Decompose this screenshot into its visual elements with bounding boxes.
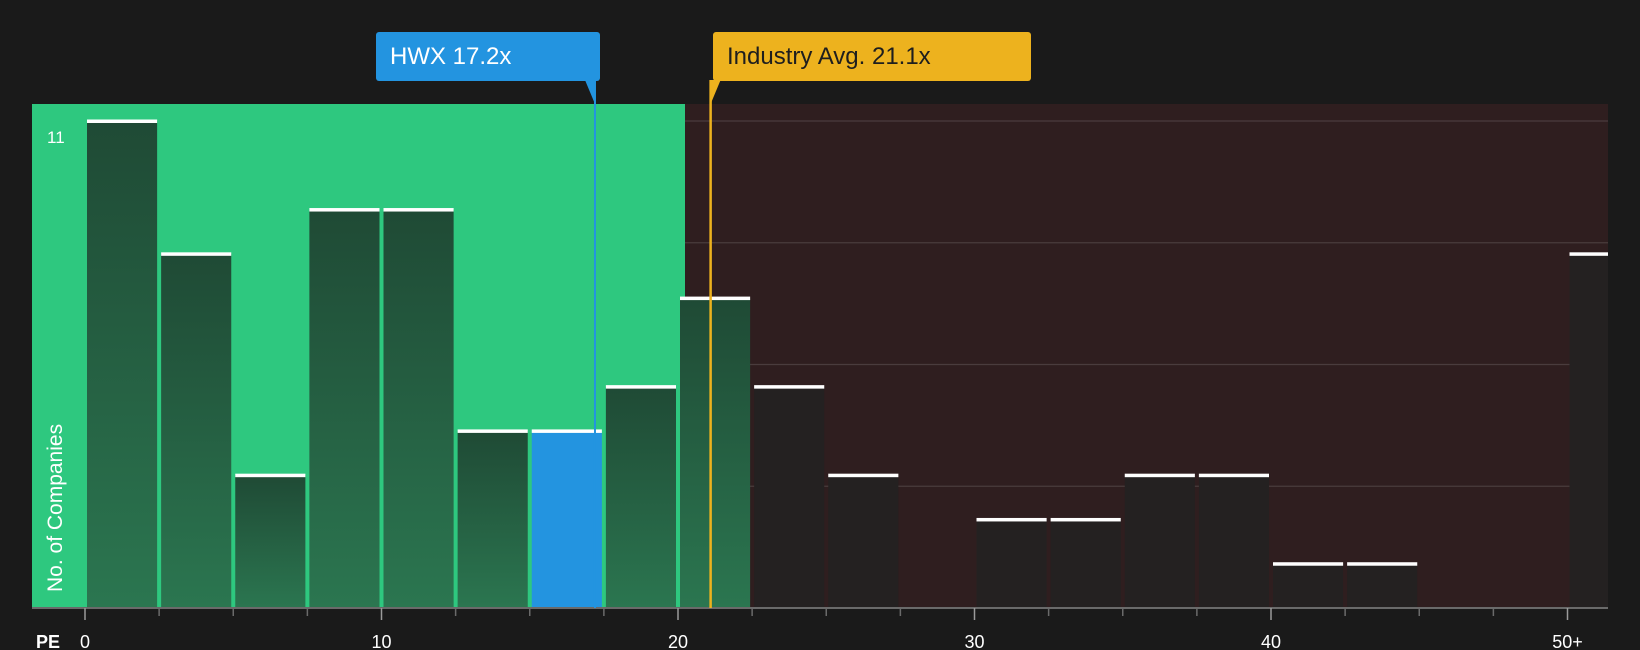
x-tick-label: 0 <box>80 632 90 650</box>
bar-top-cap <box>1569 252 1608 256</box>
bar-top-cap <box>1198 473 1269 478</box>
x-tick-label: 40 <box>1261 632 1281 650</box>
y-tick-label: 11 <box>47 128 65 147</box>
industry-avg-callout: Industry Avg. 21.1x <box>713 32 1031 81</box>
bar-top-cap <box>1124 473 1195 478</box>
histogram-bar <box>828 475 899 608</box>
pe-distribution-chart: 0 10 20 30 40 50+ 11 No. of Companies PE <box>32 80 1608 650</box>
histogram-bar <box>1347 563 1418 608</box>
bar-top-cap <box>383 208 454 212</box>
bar-top-cap <box>754 385 825 389</box>
bar-top-cap <box>87 119 158 123</box>
bar-top-cap <box>828 473 899 478</box>
x-axis-label: PE <box>36 632 60 650</box>
histogram-bar <box>1124 475 1195 608</box>
bar-top-cap <box>161 252 232 256</box>
histogram-bar <box>605 386 676 608</box>
histogram-bar <box>976 519 1047 608</box>
histogram-bar <box>309 209 380 608</box>
histogram-bar <box>1569 253 1608 608</box>
histogram-bar <box>383 209 454 608</box>
y-axis-label: No. of Companies <box>44 424 67 592</box>
histogram-bar <box>235 475 306 608</box>
histogram-bar <box>1198 475 1269 608</box>
histogram-bar <box>161 253 232 608</box>
bar-top-cap <box>1347 562 1418 566</box>
x-tick-label: 30 <box>964 632 984 650</box>
histogram-bar <box>87 121 158 608</box>
bar-top-cap <box>680 296 751 301</box>
x-tick-label: 20 <box>668 632 688 650</box>
histogram-bar <box>1050 519 1121 608</box>
bar-top-cap <box>235 473 306 478</box>
bar-top-cap <box>457 429 528 433</box>
industry-avg-label: Industry Avg. 21.1x <box>727 43 931 70</box>
bar-top-cap <box>531 429 602 433</box>
bar-top-cap <box>1273 562 1344 566</box>
histogram-bar <box>531 430 602 608</box>
company-callout-pointer <box>584 80 595 104</box>
x-tick-label: 10 <box>371 632 391 650</box>
x-tick-label: 50+ <box>1552 632 1583 650</box>
industry-callout-pointer <box>710 80 721 104</box>
histogram-bar <box>457 430 528 608</box>
company-pe-label: HWX 17.2x <box>390 43 512 70</box>
bar-top-cap <box>1050 517 1121 522</box>
histogram-bar <box>1273 563 1344 608</box>
bar-top-cap <box>976 517 1047 522</box>
histogram-bar <box>680 298 751 608</box>
histogram-bar <box>754 386 825 608</box>
bar-top-cap <box>309 208 380 212</box>
bar-top-cap <box>605 385 676 389</box>
company-pe-callout: HWX 17.2x <box>376 32 600 81</box>
